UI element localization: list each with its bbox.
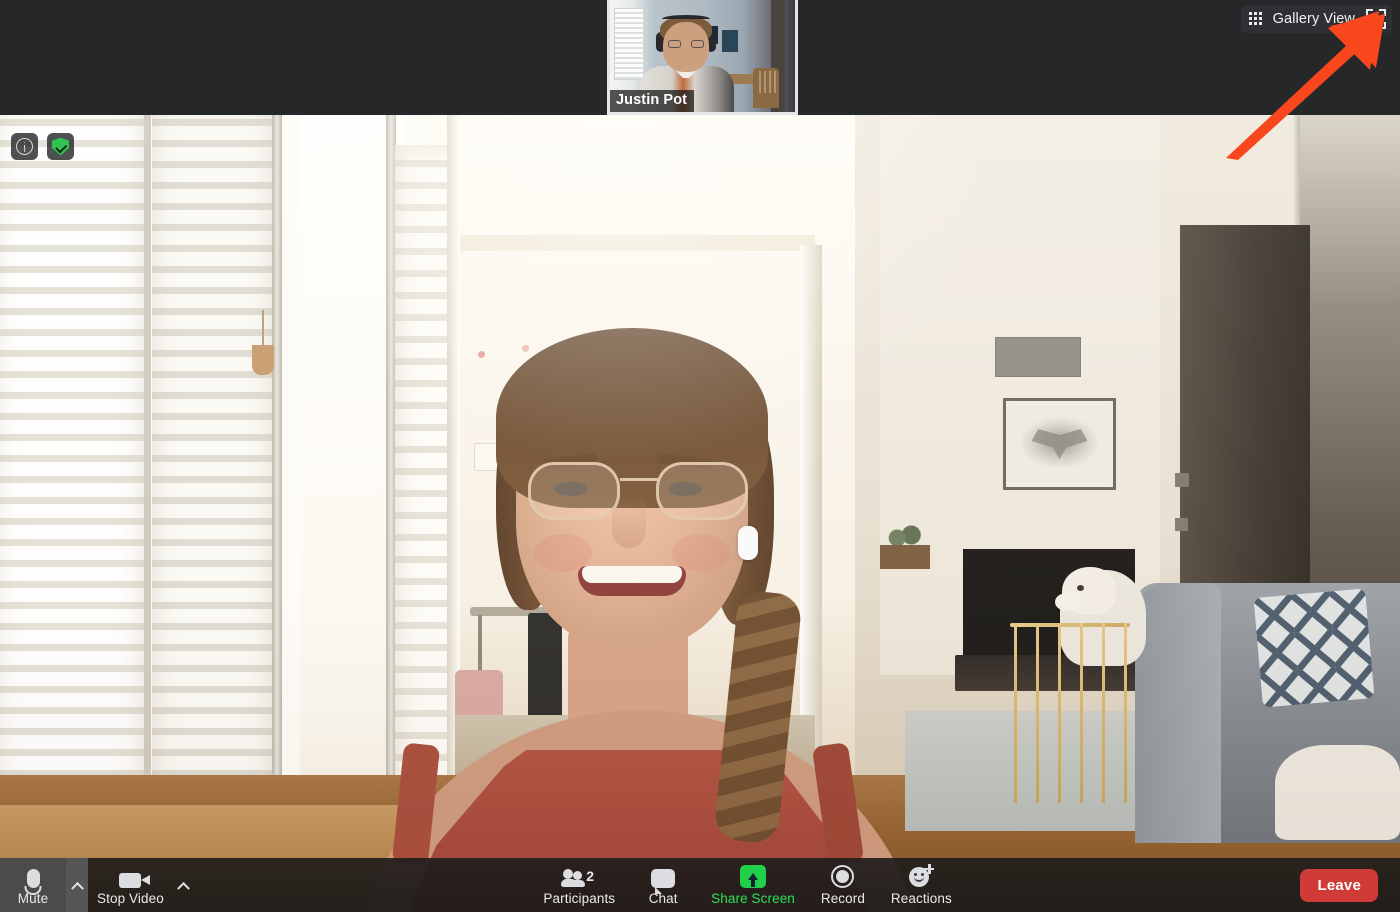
gallery-view-label: Gallery View	[1272, 11, 1355, 27]
wall-outlet	[1175, 473, 1189, 487]
people-icon: 2	[561, 864, 596, 888]
couch-arm	[1135, 583, 1221, 843]
encryption-status-button[interactable]	[47, 133, 74, 160]
meeting-info-button[interactable]	[11, 133, 38, 160]
view-switch-control[interactable]: Gallery View	[1240, 5, 1392, 33]
audio-options-button[interactable]	[66, 858, 88, 912]
participant-video-subject	[320, 320, 970, 912]
toolbar-center-group: 2 Participants Chat Share Screen Record	[195, 858, 1301, 912]
moth-illustration	[1031, 429, 1088, 459]
glasses-bridge	[620, 478, 658, 481]
chevron-up-icon	[70, 881, 84, 895]
lens-right	[656, 462, 748, 520]
top-bar: Gallery View Justin Pot	[0, 0, 1400, 115]
gold-side-rack	[1010, 623, 1130, 803]
shutter-rail	[144, 115, 151, 865]
share-screen-label: Share Screen	[711, 891, 795, 906]
video-control-group: Stop Video	[88, 858, 195, 912]
self-view-headband	[662, 15, 710, 23]
zoom-meeting-window: Gallery View Justin Pot Mute Stop Video …	[0, 0, 1400, 912]
dog-snout	[1055, 593, 1079, 611]
toolbar-right-group: Leave	[1300, 858, 1400, 912]
chat-button[interactable]: Chat	[624, 858, 702, 912]
participants-label: Participants	[543, 891, 616, 906]
microphone-icon	[23, 864, 43, 888]
active-speaker-video[interactable]	[0, 115, 1400, 912]
record-circle-icon	[831, 864, 855, 888]
door-header	[455, 235, 815, 251]
grid-icon	[1248, 11, 1264, 27]
wall-outlet	[1175, 518, 1188, 531]
reactions-button[interactable]: Reactions	[882, 858, 961, 912]
window-shutter-mid	[152, 115, 272, 865]
record-label: Record	[820, 891, 865, 906]
video-options-button[interactable]	[173, 858, 195, 912]
smiley-plus-icon	[908, 864, 935, 888]
stop-video-button[interactable]: Stop Video	[88, 858, 173, 912]
teeth	[582, 566, 682, 583]
share-screen-button[interactable]: Share Screen	[702, 858, 804, 912]
video-overlay-controls	[11, 133, 74, 160]
nose	[612, 496, 646, 548]
video-frame	[0, 115, 1400, 912]
framed-artwork	[1003, 398, 1116, 490]
chat-label: Chat	[648, 891, 678, 906]
share-screen-icon	[740, 864, 767, 888]
self-view-picture	[722, 30, 738, 52]
participants-count: 2	[586, 868, 595, 884]
reactions-label: Reactions	[890, 891, 952, 906]
participants-button[interactable]: 2 Participants	[534, 858, 624, 912]
window-mullion	[272, 115, 282, 865]
stop-video-label: Stop Video	[97, 891, 164, 906]
self-view-chair-back	[756, 71, 776, 93]
smiling-mouth	[578, 566, 686, 596]
self-view-name-label: Justin Pot	[610, 89, 695, 112]
wireless-earbud	[738, 526, 758, 560]
shield-check-icon	[52, 137, 69, 156]
meeting-toolbar: Mute Stop Video 2 Participants Chat Shar…	[0, 858, 1400, 912]
artwork-canvas	[1010, 405, 1109, 483]
camera-icon	[113, 864, 151, 888]
info-icon	[16, 138, 33, 155]
hanging-basket	[252, 345, 274, 375]
hanging-cord	[262, 310, 264, 348]
mute-button[interactable]: Mute	[0, 858, 66, 912]
fullscreen-icon[interactable]	[1366, 9, 1386, 29]
record-button[interactable]: Record	[804, 858, 882, 912]
chat-bubble-icon	[651, 864, 676, 894]
lens-left	[528, 462, 620, 520]
window-shutter-left	[0, 115, 144, 865]
second-dog	[1275, 745, 1400, 840]
self-view-glasses	[668, 40, 704, 48]
audio-control-group: Mute	[0, 858, 88, 912]
toolbar-left-group: Mute Stop Video	[0, 858, 195, 912]
chevron-up-icon	[177, 881, 191, 895]
wall-vent	[995, 337, 1081, 377]
leave-button[interactable]: Leave	[1300, 868, 1378, 902]
dog-eye	[1077, 585, 1084, 591]
self-view-window	[614, 8, 644, 80]
geometric-pillow	[1253, 588, 1375, 708]
self-view-thumbnail[interactable]: Justin Pot	[607, 0, 798, 115]
